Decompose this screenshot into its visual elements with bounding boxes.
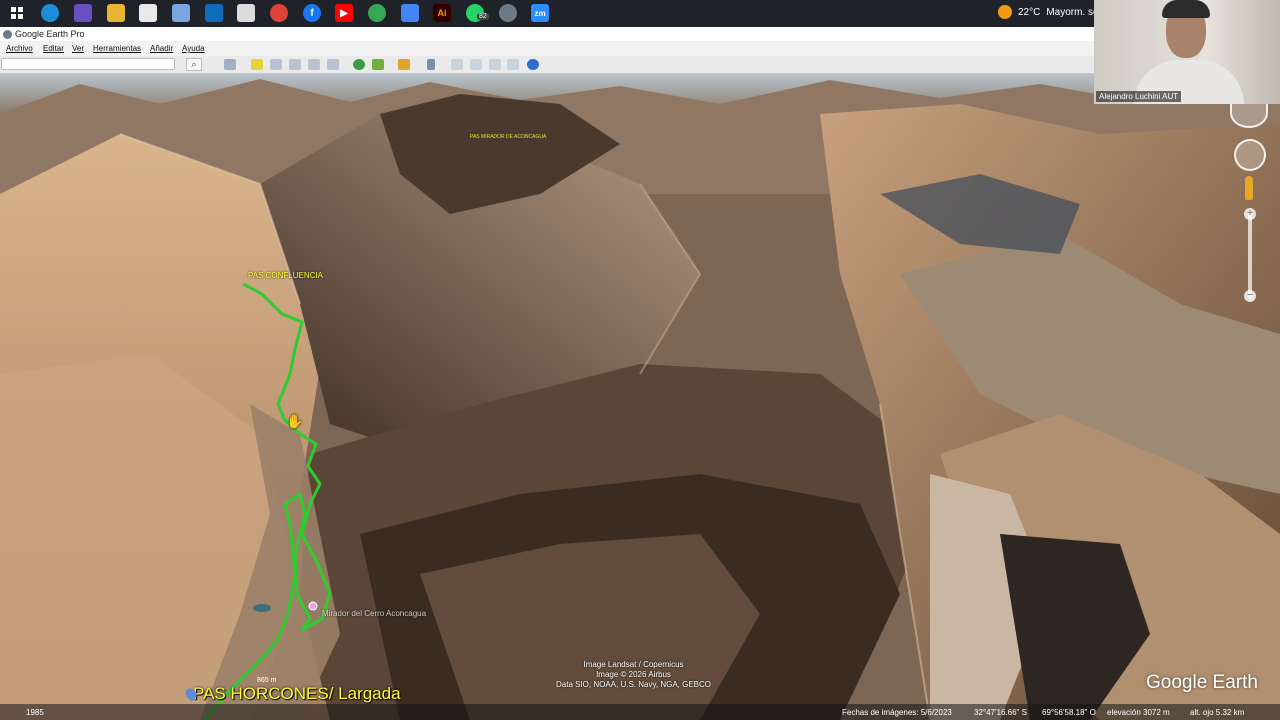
google-earth-icon[interactable] <box>499 4 517 22</box>
elevation-readout: elevación 3072 m <box>1107 708 1170 717</box>
view-in-maps-icon[interactable] <box>507 59 519 70</box>
search-input[interactable] <box>1 58 175 70</box>
search-icon: ⌕ <box>191 59 197 69</box>
mail-icon[interactable] <box>237 4 255 22</box>
historical-imagery-icon[interactable] <box>353 59 365 70</box>
sidebar-toggle-icon[interactable] <box>224 59 236 70</box>
status-bar: 1985 Fechas de imágenes: 5/6/2023 32°47'… <box>0 704 1280 720</box>
sun-icon <box>998 5 1012 19</box>
mirador-pin-icon <box>308 601 318 611</box>
window-title: Google Earth Pro <box>15 29 85 39</box>
search-button[interactable]: ⌕ <box>186 58 202 71</box>
title-bar: Google Earth Pro <box>0 27 1280 41</box>
path-icon[interactable] <box>289 59 301 70</box>
windows-icon[interactable] <box>8 4 26 22</box>
menu-anadir[interactable]: Añadir <box>150 44 173 53</box>
planet-icon[interactable] <box>398 59 410 70</box>
participant-name: Alejandro Luchini AUT <box>1096 91 1182 102</box>
docs-icon[interactable] <box>401 4 419 22</box>
menu-herramientas[interactable]: Herramientas <box>93 44 141 53</box>
latitude-readout: 32°47'16.66" S <box>974 708 1027 717</box>
menu-editar[interactable]: Editar <box>43 44 64 53</box>
map-view[interactable] <box>0 74 1280 720</box>
label-mirador-aconcagua[interactable]: Mirador del Cerro Aconcagua <box>322 609 426 618</box>
earth-icon[interactable] <box>527 59 539 70</box>
webcam-overlay: Alejandro Luchini AUT <box>1094 0 1280 104</box>
look-joystick-icon[interactable] <box>1234 139 1266 171</box>
status-year: 1985 <box>26 708 44 717</box>
placemark-icon[interactable] <box>251 59 263 70</box>
email-icon[interactable] <box>451 59 463 70</box>
polygon-icon[interactable] <box>270 59 282 70</box>
imagery-attribution: Image Landsat / Copernicus Image © 2026 … <box>556 660 711 690</box>
weather-temp: 22°C <box>1018 6 1041 18</box>
sunlight-icon[interactable] <box>372 59 384 70</box>
taskbar: f ▶ Ai 82 zm 22°C Mayorm. so <box>0 0 1280 27</box>
zoom-icon[interactable]: zm <box>531 4 549 22</box>
overlay-icon[interactable] <box>308 59 320 70</box>
edge-icon[interactable] <box>41 4 59 22</box>
store-icon[interactable] <box>139 4 157 22</box>
menu-ver[interactable]: Ver <box>72 44 84 53</box>
elevation-marker: 865 m <box>257 677 277 684</box>
chrome-icon-2[interactable] <box>368 4 386 22</box>
google-earth-app-icon <box>3 30 12 39</box>
outlook-icon[interactable] <box>205 4 223 22</box>
eye-altitude-readout: alt. ojo 5.32 km <box>1190 708 1245 717</box>
weather-widget[interactable]: 22°C Mayorm. so <box>998 5 1099 19</box>
attribution-line-1: Image Landsat / Copernicus <box>583 660 684 669</box>
attribution-line-2: Image © 2026 Airbus <box>596 670 671 679</box>
attribution-line-3: Data SIO, NOAA, U.S. Navy, NGA, GEBCO <box>556 680 711 689</box>
chrome-icon[interactable] <box>270 4 288 22</box>
hand-cursor-icon: ✋ <box>286 413 304 429</box>
illustrator-icon[interactable]: Ai <box>433 4 451 22</box>
ruler-icon[interactable] <box>427 59 435 70</box>
toolbar: ⌕ <box>0 56 1280 74</box>
cap-icon <box>1162 0 1210 18</box>
facebook-icon[interactable]: f <box>303 4 321 22</box>
whatsapp-badge: 82 <box>477 13 489 20</box>
street-view-pegman-icon[interactable] <box>1245 176 1253 200</box>
menu-ayuda[interactable]: Ayuda <box>182 44 205 53</box>
label-pas-horcones[interactable]: PAS HORCONES/ Largada <box>193 684 401 704</box>
pen-icon[interactable] <box>74 4 92 22</box>
label-pas-confluencia[interactable]: PAS CONFLUENCIA <box>248 271 323 280</box>
print-icon[interactable] <box>470 59 482 70</box>
youtube-icon[interactable]: ▶ <box>335 4 353 22</box>
zoom-in-icon[interactable]: + <box>1244 208 1256 220</box>
label-pas-mirador[interactable]: PAS MIRADOR DE ACONCAGUA <box>470 134 546 140</box>
menu-archivo[interactable]: Archivo <box>6 44 33 53</box>
save-image-icon[interactable] <box>489 59 501 70</box>
zoom-out-icon[interactable]: − <box>1244 290 1256 302</box>
zoom-slider[interactable] <box>1248 210 1252 300</box>
longitude-readout: 69°56'58.18" O <box>1042 708 1096 717</box>
apps-icon[interactable] <box>172 4 190 22</box>
terrain-imagery <box>0 74 1280 720</box>
menu-bar: Archivo Editar Ver Herramientas Añadir A… <box>0 41 1280 56</box>
folder-icon[interactable] <box>107 4 125 22</box>
tour-icon[interactable] <box>327 59 339 70</box>
weather-text: Mayorm. so <box>1046 6 1099 18</box>
google-earth-logo: Google Earth <box>1146 672 1258 693</box>
imagery-date: Fechas de imágenes: 5/6/2023 <box>842 708 952 717</box>
